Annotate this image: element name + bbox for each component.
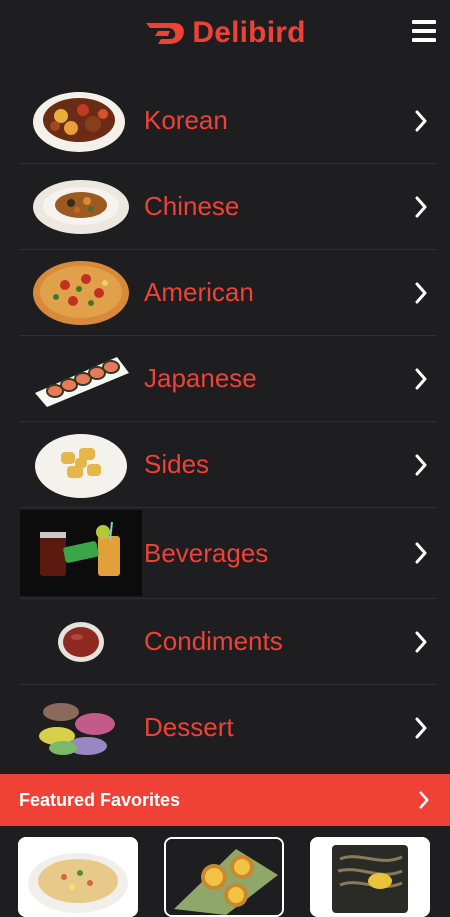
sauce-icon	[20, 599, 142, 684]
fried-rice-icon	[18, 837, 138, 917]
chevron-right-icon	[415, 196, 427, 217]
sushi-icon	[20, 336, 142, 421]
featured-items-row	[0, 837, 450, 917]
category-condiments[interactable]: Condiments	[20, 599, 436, 685]
category-dessert[interactable]: Dessert	[20, 685, 436, 770]
chevron-right-icon	[415, 631, 427, 652]
category-label: Beverages	[144, 537, 269, 568]
chevron-right-icon	[415, 368, 427, 389]
category-label: Dessert	[144, 712, 234, 742]
chevron-right-icon	[415, 542, 427, 564]
category-label: Japanese	[144, 363, 257, 393]
category-label: Chinese	[144, 191, 240, 221]
category-list: Korean Chinese American Japanese Sides B…	[20, 78, 436, 770]
featured-favorites-label: Featured Favorites	[19, 789, 181, 810]
featured-favorites-bar[interactable]: Featured Favorites	[0, 774, 450, 826]
category-label: Korean	[144, 105, 228, 135]
egg-tart-icon	[166, 839, 282, 915]
fries-icon	[20, 422, 142, 507]
category-japanese[interactable]: Japanese	[20, 336, 436, 422]
korean-dish-icon	[20, 78, 142, 163]
category-chinese[interactable]: Chinese	[20, 164, 436, 250]
featured-item-card[interactable]	[310, 837, 430, 917]
japchae-icon	[310, 837, 430, 917]
brand-name: Delibird	[192, 16, 306, 49]
category-label: Condiments	[144, 626, 283, 656]
hamburger-menu-icon[interactable]	[412, 20, 436, 42]
chevron-right-icon	[415, 110, 427, 131]
chevron-right-icon	[415, 282, 427, 303]
pizza-icon	[20, 250, 142, 335]
featured-item-card[interactable]	[164, 837, 284, 917]
logo[interactable]: Delibird	[144, 16, 305, 50]
app-header: Delibird	[0, 0, 450, 66]
featured-item-card[interactable]	[18, 837, 138, 917]
chevron-right-icon	[419, 791, 429, 809]
category-sides[interactable]: Sides	[20, 422, 436, 508]
chevron-right-icon	[415, 717, 427, 738]
category-label: American	[144, 277, 254, 307]
macaron-icon	[20, 685, 142, 770]
chinese-dish-icon	[20, 164, 142, 249]
category-beverages[interactable]: Beverages	[20, 508, 436, 599]
chevron-right-icon	[415, 454, 427, 475]
category-american[interactable]: American	[20, 250, 436, 336]
category-korean[interactable]: Korean	[20, 78, 436, 164]
delivery-swoosh-icon	[146, 23, 185, 44]
category-label: Sides	[144, 449, 210, 479]
drinks-icon	[20, 508, 142, 598]
